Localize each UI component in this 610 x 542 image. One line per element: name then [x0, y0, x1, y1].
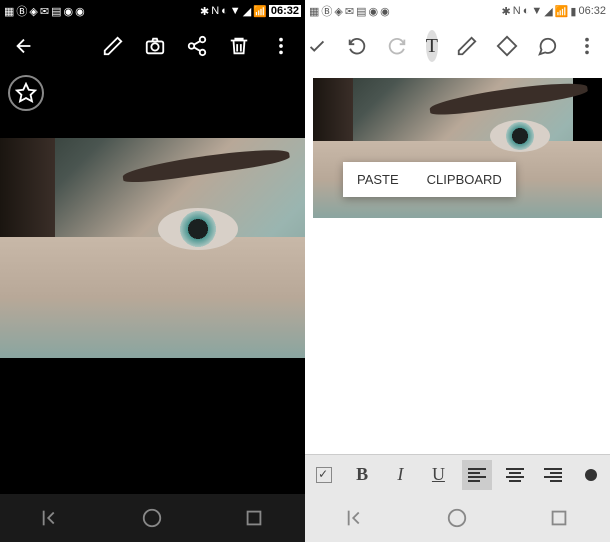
status-clock: 06:32	[578, 5, 606, 17]
status-right-icons: ✱N◐▼◢📶 06:32	[200, 5, 301, 18]
nav-back-button[interactable]	[340, 502, 372, 534]
bold-button[interactable]: B	[347, 460, 377, 490]
photo-viewport[interactable]	[0, 138, 305, 358]
align-right-button[interactable]	[538, 460, 568, 490]
underline-button[interactable]: U	[423, 460, 453, 490]
more-icon[interactable]	[269, 34, 293, 58]
photo-content	[0, 138, 305, 358]
status-clock: 06:32	[269, 5, 301, 17]
more-icon[interactable]	[576, 34, 598, 58]
nav-recent-button[interactable]	[543, 502, 575, 534]
status-left-icons: ▦Ⓑ◈✉▤◉◉	[4, 3, 85, 19]
delete-icon[interactable]	[227, 34, 251, 58]
camera-icon[interactable]	[143, 34, 167, 58]
clipboard-button[interactable]: CLIPBOARD	[413, 162, 516, 197]
edit-icon[interactable]	[101, 34, 125, 58]
align-center-button[interactable]	[500, 460, 530, 490]
align-left-button[interactable]	[462, 460, 492, 490]
format-toolbar: B I U	[305, 454, 610, 494]
share-icon[interactable]	[185, 34, 209, 58]
eraser-icon[interactable]	[496, 34, 518, 58]
system-nav-bar	[305, 494, 610, 542]
status-bar: ▦Ⓑ◈✉▤◉◉ ✱N◐▼◢📶▮ 06:32	[305, 0, 610, 22]
bullet-button[interactable]	[576, 460, 606, 490]
status-left-icons: ▦Ⓑ◈✉▤◉◉	[309, 3, 390, 19]
status-bar: ▦Ⓑ◈✉▤◉◉ ✱N◐▼◢📶 06:32	[0, 0, 305, 22]
confirm-button[interactable]	[306, 34, 328, 58]
editor-toolbar: T	[305, 22, 610, 70]
nav-back-button[interactable]	[35, 502, 67, 534]
note-image[interactable]	[313, 78, 602, 218]
favorite-button[interactable]	[8, 75, 44, 111]
redo-icon[interactable]	[386, 34, 408, 58]
nav-home-button[interactable]	[441, 502, 473, 534]
note-editor-screen: ▦Ⓑ◈✉▤◉◉ ✱N◐▼◢📶▮ 06:32 T	[305, 0, 610, 542]
nav-recent-button[interactable]	[238, 502, 270, 534]
note-image-content	[313, 78, 602, 218]
comment-icon[interactable]	[536, 34, 558, 58]
gallery-toolbar	[0, 22, 305, 70]
italic-button[interactable]: I	[385, 460, 415, 490]
undo-icon[interactable]	[346, 34, 368, 58]
pen-tool-icon[interactable]	[456, 34, 478, 58]
back-button[interactable]	[12, 34, 36, 58]
system-nav-bar	[0, 494, 305, 542]
checklist-button[interactable]	[309, 460, 339, 490]
status-right-icons: ✱N◐▼◢📶▮ 06:32	[502, 5, 606, 18]
nav-home-button[interactable]	[136, 502, 168, 534]
text-tool-button[interactable]: T	[426, 30, 438, 62]
context-menu: PASTE CLIPBOARD	[343, 162, 516, 197]
paste-button[interactable]: PASTE	[343, 162, 413, 197]
gallery-screen: ▦Ⓑ◈✉▤◉◉ ✱N◐▼◢📶 06:32	[0, 0, 305, 542]
